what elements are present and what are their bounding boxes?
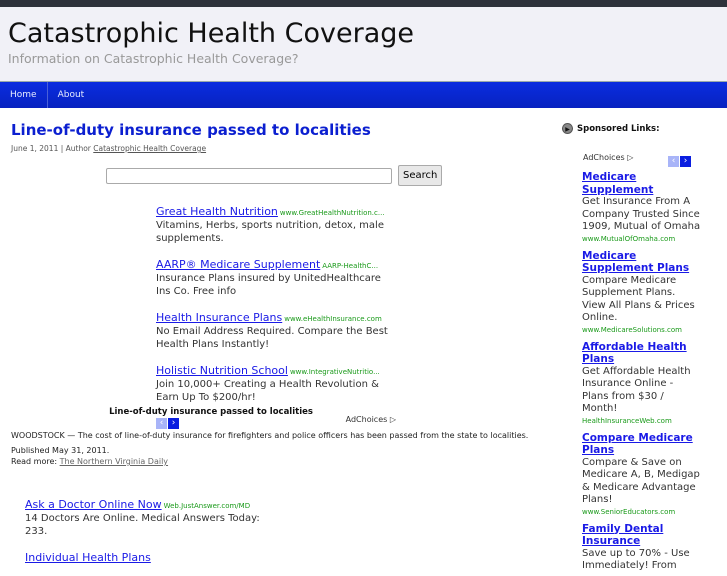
chevron-right-icon[interactable]: › bbox=[680, 156, 691, 167]
published-date: Published May 31, 2011. bbox=[11, 446, 110, 455]
post-body: WOODSTOCK — The cost of line-of-duty ins… bbox=[11, 430, 528, 467]
site-header: Catastrophic Health Coverage Information… bbox=[0, 7, 727, 81]
ad-item: Holistic Nutrition School www.Integrative… bbox=[156, 359, 396, 404]
chevron-right-icon[interactable]: › bbox=[168, 418, 179, 429]
search-form: Search bbox=[106, 165, 443, 186]
sidebar-ad-title[interactable]: Medicare Supplement Plans bbox=[582, 250, 702, 275]
nav-home[interactable]: Home bbox=[0, 82, 47, 108]
ad-title[interactable]: Health Insurance Plans bbox=[156, 311, 282, 324]
post-meta: June 1, 2011 | Author Catastrophic Healt… bbox=[11, 144, 531, 153]
source-link[interactable]: The Northern Virginia Daily bbox=[60, 457, 168, 466]
search-input[interactable] bbox=[106, 167, 392, 184]
read-more-label: Read more: bbox=[11, 457, 60, 466]
ad-item: Health Insurance Plans www.eHealthInsuran… bbox=[156, 306, 396, 351]
ad-desc: Vitamins, Herbs, sports nutrition, detox… bbox=[156, 220, 384, 244]
chevron-left-icon[interactable]: ‹ bbox=[156, 418, 167, 429]
sponsored-label: Sponsored Links: bbox=[577, 123, 660, 134]
adchoices-label: AdChoices bbox=[583, 153, 625, 162]
main-nav: Home About bbox=[0, 81, 727, 108]
sidebar-ad-desc: Get Affordable Health Insurance Online -… bbox=[582, 365, 691, 415]
play-bullet-icon: ▶ bbox=[562, 123, 573, 134]
ad-url[interactable]: www.GreatHealthNutrition.c... bbox=[280, 209, 385, 217]
sidebar-ad: Compare Medicare Plans Compare & Save on … bbox=[582, 432, 702, 518]
sidebar-ad: Medicare Supplement Get Insurance From A … bbox=[582, 171, 702, 245]
sidebar-ad: Family Dental Insurance Save up to 70% - … bbox=[582, 523, 702, 573]
sidebar-ad-title[interactable]: Affordable Health Plans bbox=[582, 341, 702, 366]
post-date: June 1, 2011 | Author bbox=[11, 144, 94, 153]
ad-item: Great Health Nutrition www.GreatHealthNut… bbox=[156, 200, 396, 245]
site-tagline: Information on Catastrophic Health Cover… bbox=[8, 51, 299, 66]
ad-item: AARP® Medicare Supplement AARP-HealthC...… bbox=[156, 253, 396, 298]
ad-block: Great Health Nutrition www.GreatHealthNut… bbox=[156, 200, 396, 429]
sidebar-ad-desc: Compare Medicare Supplement Plans. View … bbox=[582, 274, 695, 324]
ad-url[interactable]: www.eHealthInsurance.com bbox=[284, 315, 382, 323]
sidebar-ad-desc: Compare & Save on Medicare A, B, Medigap… bbox=[582, 456, 700, 506]
site-title[interactable]: Catastrophic Health Coverage bbox=[8, 19, 727, 49]
ad-item: Ask a Doctor Online Now Web.JustAnswer.co… bbox=[25, 493, 265, 538]
sidebar-ad: Affordable Health Plans Get Affordable He… bbox=[582, 341, 702, 427]
sidebar: ▶ Sponsored Links: AdChoices ▷ ‹ › Medicar… bbox=[562, 123, 702, 576]
sidebar-ad-title[interactable]: Compare Medicare Plans bbox=[582, 432, 702, 457]
post-text: WOODSTOCK — The cost of line-of-duty ins… bbox=[11, 431, 529, 440]
sidebar-ad-desc: Get Insurance From A Company Trusted Sin… bbox=[582, 196, 701, 232]
read-more: Read more: The Northern Virginia Daily bbox=[11, 456, 528, 467]
ad-title[interactable]: Ask a Doctor Online Now bbox=[25, 498, 162, 511]
search-button[interactable]: Search bbox=[398, 165, 443, 186]
post-caption: Line-of-duty insurance passed to localit… bbox=[109, 407, 313, 417]
chevron-left-icon[interactable]: ‹ bbox=[668, 156, 679, 167]
sidebar-ad: Medicare Supplement Plans Compare Medicar… bbox=[582, 250, 702, 336]
adchoices-icon: ▷ bbox=[627, 153, 634, 162]
sidebar-ad-desc: Save up to 70% - Use Immediately! From bbox=[582, 547, 690, 572]
adchoices-link[interactable]: AdChoices ▷ bbox=[583, 153, 633, 162]
ad-title[interactable]: AARP® Medicare Supplement bbox=[156, 258, 320, 271]
post-title[interactable]: Line-of-duty insurance passed to localit… bbox=[11, 120, 531, 140]
ad-url[interactable]: Web.JustAnswer.com/MD bbox=[164, 502, 250, 510]
sidebar-ad-url[interactable]: www.MutualOfOmaha.com bbox=[582, 234, 702, 245]
ad-item: Individual Health Plans bbox=[25, 546, 265, 565]
ad-title[interactable]: Individual Health Plans bbox=[25, 551, 151, 564]
ad-title[interactable]: Great Health Nutrition bbox=[156, 205, 278, 218]
ad-block-2: Ask a Doctor Online Now Web.JustAnswer.co… bbox=[25, 493, 265, 573]
author-link[interactable]: Catastrophic Health Coverage bbox=[93, 144, 206, 153]
sponsored-heading: ▶ Sponsored Links: bbox=[562, 123, 702, 134]
ad-desc: No Email Address Required. Compare the B… bbox=[156, 326, 388, 350]
main-content: Line-of-duty insurance passed to localit… bbox=[11, 120, 531, 564]
nav-about[interactable]: About bbox=[46, 82, 95, 108]
ad-url[interactable]: www.IntegrativeNutritio... bbox=[290, 368, 380, 376]
sidebar-ad-url[interactable]: HealthInsuranceWeb.com bbox=[582, 416, 702, 427]
ad-title[interactable]: Holistic Nutrition School bbox=[156, 364, 288, 377]
ad-url[interactable]: AARP-HealthC... bbox=[322, 262, 378, 270]
sidebar-ad-url[interactable]: www.MedicareSolutions.com bbox=[582, 325, 702, 336]
top-bar bbox=[0, 0, 727, 7]
ad-desc: Join 10,000+ Creating a Health Revolutio… bbox=[156, 379, 379, 403]
sidebar-ad-url[interactable]: www.SeniorEducators.com bbox=[582, 507, 702, 518]
ad-desc: 14 Doctors Are Online. Medical Answers T… bbox=[25, 513, 260, 537]
sidebar-ad-title[interactable]: Medicare Supplement bbox=[582, 171, 702, 196]
sidebar-ad-nav: AdChoices ▷ ‹ › bbox=[583, 148, 692, 167]
ad-desc: Insurance Plans insured by UnitedHealthc… bbox=[156, 273, 381, 297]
sidebar-ad-title[interactable]: Family Dental Insurance bbox=[582, 523, 702, 548]
